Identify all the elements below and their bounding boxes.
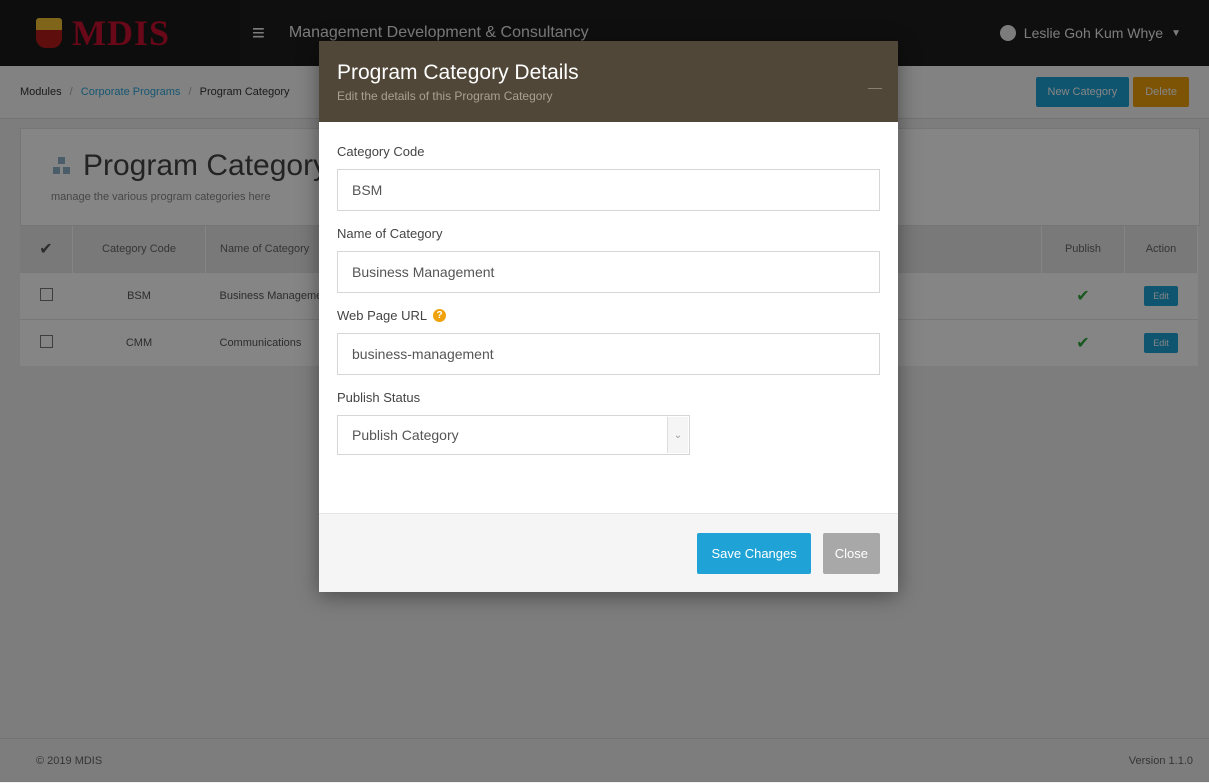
category-code-label: Category Code [337,144,425,159]
category-code-input[interactable] [337,169,880,211]
category-name-label: Name of Category [337,226,443,241]
web-url-label-row: Web Page URL ? [337,308,880,323]
modal-footer: Save Changes Close [319,513,898,592]
category-name-input[interactable] [337,251,880,293]
collapse-icon[interactable]: — [868,79,882,95]
web-url-input[interactable] [337,333,880,375]
help-icon[interactable]: ? [433,309,447,322]
close-button[interactable]: Close [822,532,880,574]
category-details-modal: Program Category Details Edit the detail… [319,41,898,592]
publish-status-value: Publish Category [337,415,690,455]
web-url-label: Web Page URL [337,308,428,323]
web-url-group: Web Page URL ? [337,308,880,375]
publish-status-group: Publish Status Publish Category ⌄ [337,390,880,455]
category-code-group: Category Code [337,144,880,211]
publish-status-label: Publish Status [337,390,421,405]
chevron-down-icon: ⌄ [667,417,688,453]
modal-title: Program Category Details [337,61,579,84]
modal-header: Program Category Details Edit the detail… [319,41,898,122]
modal-subtitle: Edit the details of this Program Categor… [337,89,553,103]
publish-status-select[interactable]: Publish Category ⌄ [337,415,690,455]
category-name-group: Name of Category [337,226,880,293]
modal-body: Category Code Name of Category Web Page … [319,122,898,513]
save-changes-button[interactable]: Save Changes [697,532,811,574]
